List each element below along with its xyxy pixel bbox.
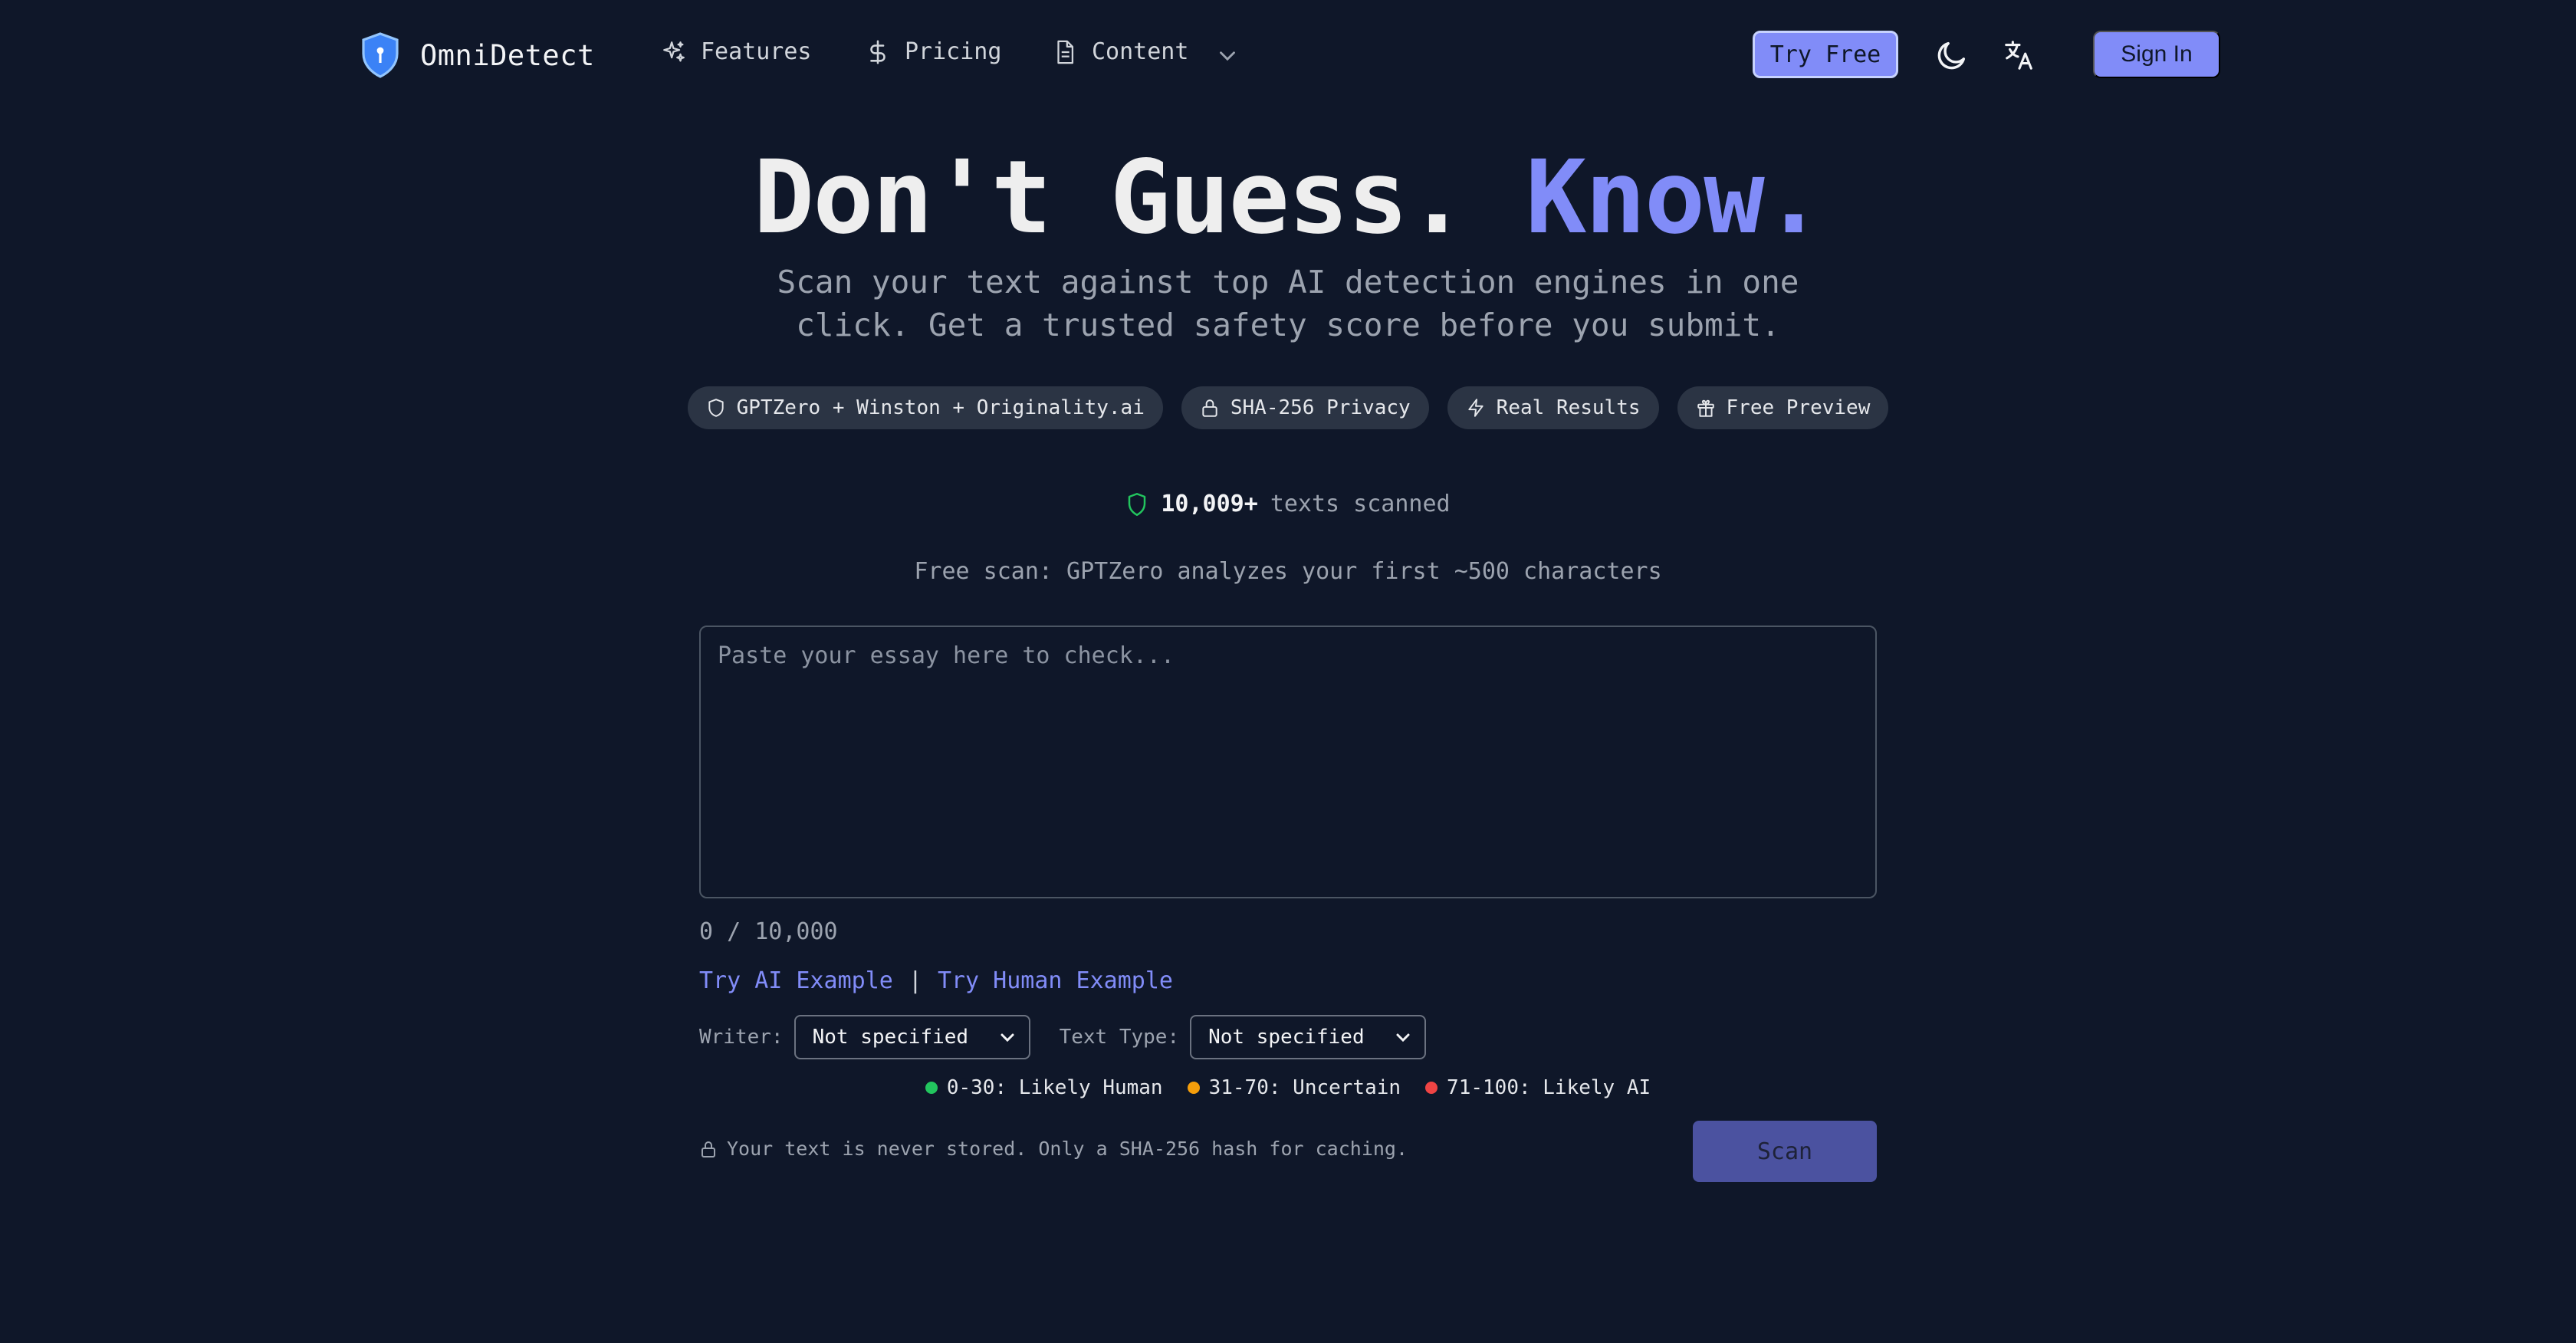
- writer-label: Writer:: [699, 1026, 784, 1049]
- try-human-example-link[interactable]: Try Human Example: [938, 967, 1173, 994]
- language-button[interactable]: [1998, 34, 2041, 77]
- char-counter: 0 / 10,000: [699, 918, 838, 945]
- dollar-icon: [865, 39, 891, 65]
- example-links: Try AI Example | Try Human Example: [699, 967, 1173, 994]
- page: OmniDetect Features Pricing Content Try …: [0, 0, 2576, 1343]
- scan-options: Writer: Not specified Text Type: Not spe…: [699, 1015, 1427, 1059]
- chip-privacy-label: SHA-256 Privacy: [1230, 396, 1411, 419]
- document-icon: [1052, 39, 1078, 65]
- essay-input[interactable]: [699, 626, 1877, 898]
- theme-toggle-button[interactable]: [1930, 34, 1973, 77]
- hero-title-part1: Don't Guess.: [753, 139, 1468, 257]
- shield-check-icon: [1125, 491, 1148, 517]
- nav-features-label: Features: [701, 38, 812, 65]
- moon-icon: [1934, 38, 1970, 73]
- writer-select-value: Not specified: [812, 1026, 969, 1049]
- sign-in-button[interactable]: Sign In: [2093, 31, 2220, 78]
- try-free-button[interactable]: Try Free: [1753, 31, 1898, 78]
- chip-privacy: SHA-256 Privacy: [1181, 386, 1429, 429]
- try-ai-example-link[interactable]: Try AI Example: [699, 967, 893, 994]
- scan-button[interactable]: Scan: [1693, 1121, 1877, 1182]
- legend-uncertain: 31-70: Uncertain: [1187, 1076, 1401, 1099]
- chip-real-results: Real Results: [1447, 386, 1659, 429]
- lock-icon: [1200, 398, 1220, 418]
- amber-dot-icon: [1187, 1082, 1200, 1094]
- privacy-note-text: Your text is never stored. Only a SHA-25…: [727, 1138, 1408, 1160]
- score-legend: 0-30: Likely Human 31-70: Uncertain 71-1…: [0, 1076, 2576, 1099]
- text-type-select-value: Not specified: [1208, 1026, 1365, 1049]
- sparkles-icon: [661, 39, 687, 65]
- nav-content-dropdown[interactable]: Content: [1052, 38, 1236, 65]
- text-type-label: Text Type:: [1059, 1026, 1180, 1049]
- shield-icon: [360, 32, 400, 78]
- top-nav: OmniDetect Features Pricing Content Try …: [0, 0, 2576, 110]
- lightning-icon: [1466, 398, 1486, 418]
- lock-icon: [699, 1139, 718, 1159]
- text-type-select[interactable]: Not specified: [1190, 1015, 1427, 1059]
- writer-select[interactable]: Not specified: [794, 1015, 1030, 1059]
- example-separator: |: [908, 967, 922, 994]
- brand-name: OmniDetect: [420, 38, 595, 72]
- hero-title: Don't Guess. Know.: [0, 136, 2576, 259]
- shield-icon: [706, 398, 726, 418]
- scan-counter: 10,009+ texts scanned: [0, 491, 2576, 517]
- scan-count: 10,009+: [1161, 491, 1258, 517]
- legend-human-label: 0-30: Likely Human: [946, 1076, 1163, 1099]
- nav-pricing-label: Pricing: [905, 38, 1002, 65]
- chip-engines-label: GPTZero + Winston + Originality.ai: [736, 396, 1145, 419]
- legend-ai-label: 71-100: Likely AI: [1447, 1076, 1651, 1099]
- chevron-down-icon: [1214, 43, 1236, 61]
- chevron-down-icon: [1394, 1028, 1412, 1046]
- green-dot-icon: [925, 1082, 938, 1094]
- gift-icon: [1696, 398, 1716, 418]
- legend-uncertain-label: 31-70: Uncertain: [1208, 1076, 1401, 1099]
- translate-icon: [2002, 38, 2037, 73]
- legend-human: 0-30: Likely Human: [925, 1076, 1163, 1099]
- feature-chips: GPTZero + Winston + Originality.ai SHA-2…: [0, 386, 2576, 429]
- chevron-down-icon: [998, 1028, 1017, 1046]
- nav-features[interactable]: Features: [661, 38, 812, 65]
- red-dot-icon: [1425, 1082, 1438, 1094]
- nav-pricing[interactable]: Pricing: [865, 38, 1001, 65]
- chip-engines: GPTZero + Winston + Originality.ai: [687, 386, 1163, 429]
- legend-ai: 71-100: Likely AI: [1425, 1076, 1651, 1099]
- brand[interactable]: OmniDetect: [360, 32, 595, 78]
- scan-count-label: texts scanned: [1270, 491, 1451, 517]
- privacy-note: Your text is never stored. Only a SHA-25…: [699, 1138, 1408, 1160]
- nav-content-label: Content: [1092, 38, 1189, 65]
- chip-real-results-label: Real Results: [1496, 396, 1641, 419]
- hero-title-accent: Know.: [1525, 139, 1824, 257]
- free-scan-note: Free scan: GPTZero analyzes your first ~…: [914, 558, 1662, 585]
- hero-subtitle: Scan your text against top AI detection …: [777, 264, 1799, 343]
- chip-free-preview: Free Preview: [1677, 386, 1889, 429]
- chip-free-preview-label: Free Preview: [1726, 396, 1871, 419]
